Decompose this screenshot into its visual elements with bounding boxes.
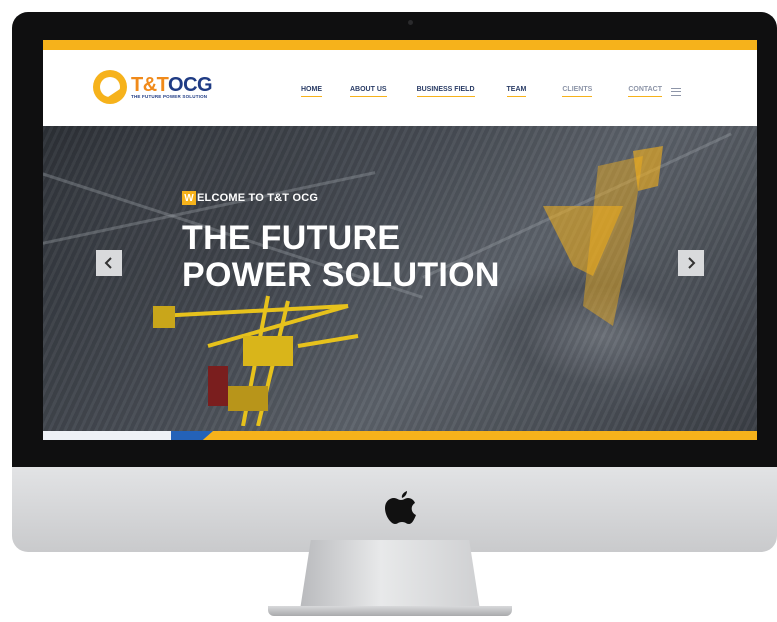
hamburger-menu-icon[interactable] <box>671 87 682 96</box>
main-nav: HOME ABOUT US BUSINESS FIELD TEAM CLIENT… <box>301 86 682 97</box>
slider-next-button[interactable] <box>678 250 704 276</box>
monitor-stand <box>300 540 480 610</box>
logo-name-tt: T&T <box>131 73 169 96</box>
logo-tagline: THE FUTURE POWER SOLUTION <box>131 93 208 99</box>
brand-mark-watermark <box>543 146 663 326</box>
nav-business-field[interactable]: BUSINESS FIELD <box>416 86 475 97</box>
logo-text: T&TOCG THE FUTURE POWER SOLUTION <box>131 73 213 100</box>
site-logo[interactable]: T&TOCG THE FUTURE POWER SOLUTION <box>93 70 213 104</box>
apple-logo-icon <box>385 491 416 524</box>
website-screen: T&TOCG THE FUTURE POWER SOLUTION HOME AB… <box>43 40 757 440</box>
site-header: T&TOCG THE FUTURE POWER SOLUTION HOME AB… <box>43 50 757 126</box>
hero-title-line2: POWER SOLUTION <box>182 256 500 294</box>
hero-title-line1: THE FUTURE <box>182 219 401 257</box>
nav-contact[interactable]: CONTACT <box>628 86 663 97</box>
chevron-right-icon <box>688 257 696 269</box>
nav-home[interactable]: HOME <box>301 86 322 97</box>
slider-prev-button[interactable] <box>96 250 122 276</box>
hero-title: THE FUTURE POWER SOLUTION <box>182 220 500 294</box>
tiger-logo-icon <box>93 70 127 104</box>
chevron-left-icon <box>104 257 112 269</box>
logo-name-ocg: OCG <box>168 73 213 96</box>
welcome-heading: W ELCOME TO T&T OCG <box>182 191 318 205</box>
nav-about-us[interactable]: ABOUT US <box>350 86 387 97</box>
monitor-stand-base <box>268 606 512 616</box>
logo-name: T&TOCG <box>131 73 213 96</box>
bottom-blue-stripe <box>43 431 213 440</box>
excavator-machine <box>153 295 359 426</box>
nav-team[interactable]: TEAM <box>506 86 527 97</box>
nav-clients[interactable]: CLIENTS <box>562 86 593 97</box>
hero-slider: W ELCOME TO T&T OCG THE FUTURE POWER SOL… <box>43 126 757 431</box>
top-accent-bar <box>43 40 757 50</box>
welcome-text: ELCOME TO T&T OCG <box>197 192 319 204</box>
welcome-initial: W <box>182 191 196 205</box>
camera <box>408 20 413 25</box>
